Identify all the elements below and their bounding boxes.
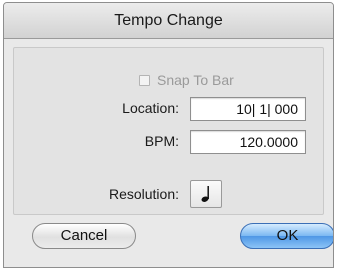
snap-to-bar-option[interactable]: Snap To Bar <box>139 72 234 88</box>
ok-button[interactable]: OK <box>240 223 333 249</box>
quarter-note-icon <box>201 186 209 202</box>
dialog-title: Tempo Change <box>4 3 333 39</box>
resolution-button[interactable] <box>190 180 222 208</box>
resolution-label: Resolution: <box>108 186 179 202</box>
snap-to-bar-checkbox[interactable] <box>139 74 150 86</box>
bpm-field[interactable]: 120.0000 <box>190 130 306 154</box>
location-field[interactable]: 10| 1| 000 <box>190 97 306 121</box>
location-label: Location: <box>122 100 179 116</box>
tempo-change-dialog: Tempo Change Snap To Bar Location: 10| 1… <box>3 2 334 268</box>
bpm-label: BPM: <box>144 133 179 149</box>
settings-panel: Snap To Bar Location: 10| 1| 000 BPM: 12… <box>13 47 324 215</box>
snap-to-bar-label: Snap To Bar <box>157 72 234 88</box>
cancel-button[interactable]: Cancel <box>32 223 136 249</box>
